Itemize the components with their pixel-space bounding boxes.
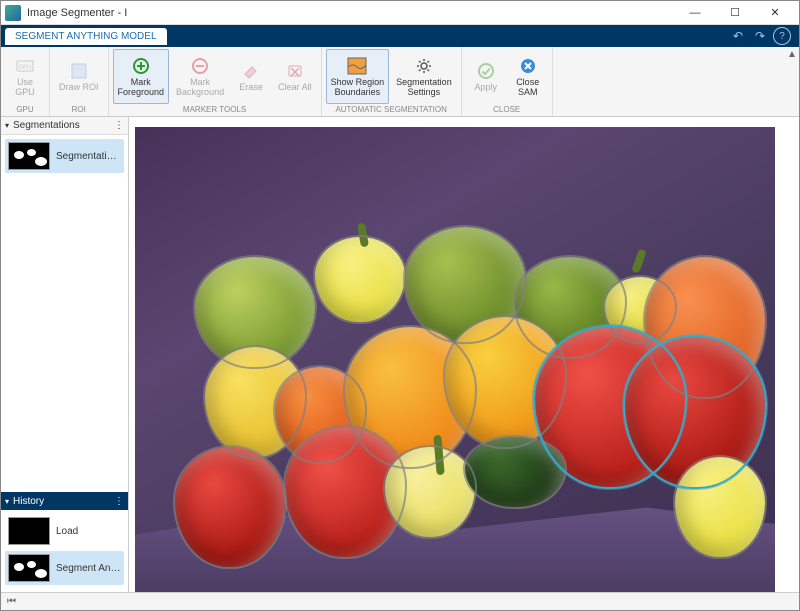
clear-all-button: Clear All — [273, 49, 317, 104]
show-region-boundaries-button[interactable]: Show RegionBoundaries — [326, 49, 390, 104]
titlebar: Image Segmenter - I — ☐ ✕ — [1, 1, 799, 25]
mark-foreground-label: MarkForeground — [118, 78, 165, 98]
segmentation-item-label: Segmentation 1 — [56, 151, 121, 162]
maximize-button[interactable]: ☐ — [715, 2, 755, 24]
draw-roi-icon — [69, 61, 89, 81]
window-controls: — ☐ ✕ — [675, 2, 795, 24]
show-region-boundaries-label: Show RegionBoundaries — [331, 78, 385, 98]
ribbon-group-gpu: GPU UseGPU GPU — [1, 47, 50, 116]
content-area: ▾ Segmentations ⋮ Segmentation 1 ▾ — [1, 117, 799, 592]
segmentation-settings-button[interactable]: SegmentationSettings — [391, 49, 457, 104]
segmentation-thumbnail — [8, 142, 50, 170]
clear-icon — [285, 61, 305, 81]
help-button[interactable]: ? — [773, 27, 791, 45]
ribbon-group-auto-label: AUTOMATIC SEGMENTATION — [326, 104, 457, 116]
use-gpu-button: GPU UseGPU — [5, 49, 45, 104]
ribbon-group-close-label: CLOSE — [466, 104, 548, 116]
app-icon — [5, 5, 21, 21]
ribbon-group-roi: Draw ROI ROI — [50, 47, 109, 116]
canvas-area[interactable] — [129, 117, 799, 592]
history-list: Load Segment Anyt... — [1, 510, 128, 592]
history-item-segment-anything[interactable]: Segment Anyt... — [5, 551, 124, 585]
erase-label: Erase — [239, 83, 263, 93]
history-thumbnail — [8, 554, 50, 582]
history-item-label: Segment Anyt... — [56, 563, 121, 574]
clear-all-label: Clear All — [278, 83, 312, 93]
sidebar: ▾ Segmentations ⋮ Segmentation 1 ▾ — [1, 117, 129, 592]
ribbon-group-automatic-segmentation: Show RegionBoundaries SegmentationSettin… — [322, 47, 462, 116]
collapse-ribbon-button[interactable]: ▲ — [785, 47, 799, 116]
x-circle-icon — [518, 56, 538, 76]
history-panel: ▾ History ⋮ Load Segment Anyt... — [1, 492, 128, 592]
gpu-icon: GPU — [15, 56, 35, 76]
plus-circle-icon — [131, 56, 151, 76]
segmentations-list: Segmentation 1 — [1, 135, 128, 180]
segmentations-panel-header[interactable]: ▾ Segmentations ⋮ — [1, 117, 128, 135]
window-title: Image Segmenter - I — [27, 7, 675, 19]
segmentations-title: Segmentations — [13, 120, 80, 131]
caret-down-icon: ▾ — [5, 121, 9, 130]
ribbon: GPU UseGPU GPU Draw ROI ROI MarkForegrou… — [1, 47, 799, 117]
use-gpu-label: UseGPU — [15, 78, 35, 98]
mark-foreground-button[interactable]: MarkForeground — [113, 49, 170, 104]
history-title: History — [13, 496, 44, 507]
tabstrip: SEGMENT ANYTHING MODEL ↶ ↷ ? — [1, 25, 799, 47]
apply-label: Apply — [474, 83, 497, 93]
tab-segment-anything-model[interactable]: SEGMENT ANYTHING MODEL — [5, 28, 167, 45]
ribbon-group-marker-tools: MarkForeground MarkBackground Erase Clea… — [109, 47, 322, 116]
close-sam-label: CloseSAM — [516, 78, 539, 98]
statusbar: ⏮ — [1, 592, 799, 610]
panel-menu-icon[interactable]: ⋮ — [114, 496, 124, 507]
ribbon-group-close: Apply CloseSAM CLOSE — [462, 47, 553, 116]
close-sam-button[interactable]: CloseSAM — [508, 49, 548, 104]
eraser-icon — [241, 61, 261, 81]
history-item-label: Load — [56, 526, 78, 537]
ribbon-group-roi-label: ROI — [54, 104, 104, 116]
erase-button: Erase — [231, 49, 271, 104]
undo-button[interactable]: ↶ — [729, 27, 747, 45]
draw-roi-button: Draw ROI — [54, 49, 104, 104]
gear-icon — [414, 56, 434, 76]
segmentation-settings-label: SegmentationSettings — [396, 78, 452, 98]
close-window-button[interactable]: ✕ — [755, 2, 795, 24]
first-page-button[interactable]: ⏮ — [7, 596, 16, 607]
caret-down-icon: ▾ — [5, 497, 9, 506]
ribbon-group-gpu-label: GPU — [5, 104, 45, 116]
ribbon-group-marker-label: MARKER TOOLS — [113, 104, 317, 116]
segmentation-item[interactable]: Segmentation 1 — [5, 139, 124, 173]
history-panel-header[interactable]: ▾ History ⋮ — [1, 492, 128, 510]
segmentations-panel: ▾ Segmentations ⋮ Segmentation 1 — [1, 117, 128, 180]
svg-text:GPU: GPU — [18, 65, 31, 71]
minus-circle-icon — [190, 56, 210, 76]
minimize-button[interactable]: — — [675, 2, 715, 24]
region-boundaries-icon — [347, 56, 367, 76]
image-canvas[interactable] — [135, 127, 775, 592]
mark-background-label: MarkBackground — [176, 78, 224, 98]
mark-background-button: MarkBackground — [171, 49, 229, 104]
panel-menu-icon[interactable]: ⋮ — [114, 120, 124, 131]
check-circle-icon — [476, 61, 496, 81]
apply-button: Apply — [466, 49, 506, 104]
history-thumbnail — [8, 517, 50, 545]
history-item-load[interactable]: Load — [5, 514, 124, 548]
draw-roi-label: Draw ROI — [59, 83, 99, 93]
tabstrip-quick-access: ↶ ↷ ? — [729, 27, 795, 45]
redo-button[interactable]: ↷ — [751, 27, 769, 45]
